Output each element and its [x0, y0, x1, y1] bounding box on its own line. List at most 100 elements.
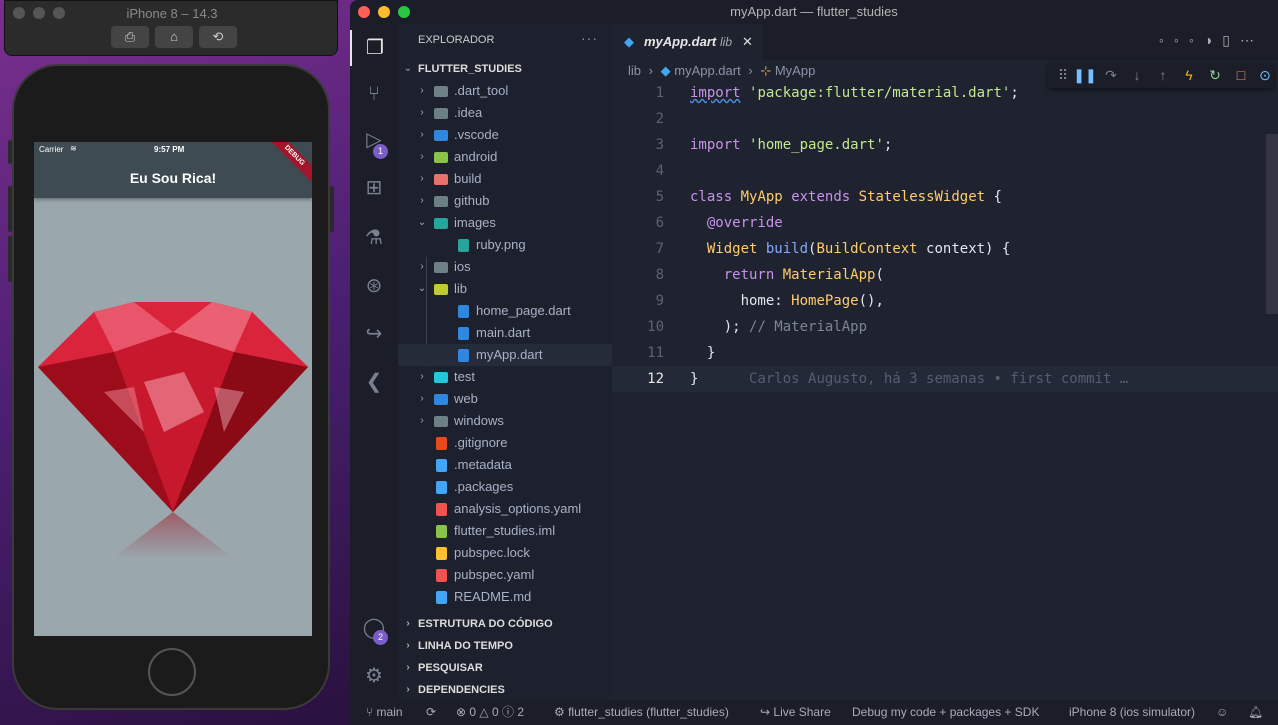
- tree-item[interactable]: › build: [398, 168, 612, 190]
- git-graph-icon[interactable]: ⊛: [350, 268, 398, 304]
- tree-item[interactable]: › .dart_tool: [398, 80, 612, 102]
- file-icon: [436, 525, 447, 538]
- file-icon: [436, 459, 447, 472]
- rotate-icon: ⟲: [212, 29, 224, 44]
- tree-item[interactable]: › android: [398, 146, 612, 168]
- tree-item[interactable]: › windows: [398, 410, 612, 432]
- code-token: BuildContext: [816, 241, 918, 257]
- extensions-icon[interactable]: ⊞: [350, 170, 398, 206]
- device-selector[interactable]: iPhone 8 (ios simulator): [1069, 700, 1195, 725]
- sidebar-section[interactable]: › DEPENDENCIES: [398, 679, 612, 701]
- code-line: 10 ); // MaterialApp: [612, 314, 1278, 340]
- code-text: return MaterialApp(: [690, 262, 884, 288]
- vscode-window: myApp.dart — flutter_studies ❐ ⑂ ▷ 1 ⊞ ⚗…: [350, 0, 1278, 725]
- breadcrumb-symbol[interactable]: MyApp: [775, 63, 815, 78]
- phone-home-button[interactable]: [148, 648, 196, 696]
- timeline-icon[interactable]: ◦: [1174, 32, 1189, 48]
- tree-item[interactable]: main.dart: [398, 322, 612, 344]
- tree-item[interactable]: flutter_studies.iml: [398, 520, 612, 542]
- code-token: build: [765, 241, 809, 257]
- tree-item[interactable]: pubspec.lock: [398, 542, 612, 564]
- tree-item[interactable]: › .idea: [398, 102, 612, 124]
- explorer-icon[interactable]: ❐: [350, 30, 398, 66]
- open-changes-icon[interactable]: ◑: [1204, 32, 1222, 48]
- tree-item[interactable]: › .vscode: [398, 124, 612, 146]
- workspace-name: FLUTTER_STUDIES: [418, 63, 522, 75]
- source-control-icon[interactable]: ⑂: [350, 76, 398, 112]
- tree-item[interactable]: › ios: [398, 256, 612, 278]
- sidebar-section[interactable]: › LINHA DO TEMPO: [398, 635, 612, 657]
- code-token: Widget: [706, 241, 758, 257]
- ruby-image: [38, 302, 308, 558]
- code-line: 7 Widget build(BuildContext context) {: [612, 236, 1278, 262]
- sidebar-section[interactable]: › ESTRUTURA DO CÓDIGO: [398, 613, 612, 635]
- tree-item[interactable]: analysis_options.yaml: [398, 498, 612, 520]
- workspace-root[interactable]: ⌄ FLUTTER_STUDIES: [398, 58, 612, 80]
- code-token: import: [690, 85, 741, 101]
- debug-mode-selector[interactable]: Debug my code + packages + SDK: [852, 700, 1039, 725]
- tree-item[interactable]: myApp.dart: [398, 344, 612, 366]
- testing-icon[interactable]: ⚗: [350, 220, 398, 256]
- branch-indicator[interactable]: ⑂ main: [366, 700, 403, 725]
- code-token: return: [723, 267, 775, 283]
- project-indicator[interactable]: ⚙ flutter_studies (flutter_studies): [554, 700, 729, 725]
- tree-item[interactable]: ⌄ lib: [398, 278, 612, 300]
- tree-item[interactable]: › test: [398, 366, 612, 388]
- line-number: 8: [655, 267, 664, 283]
- folder-icon: [434, 218, 448, 229]
- tree-item-label: home_page.dart: [476, 303, 571, 318]
- rotate-button[interactable]: ⟲: [199, 26, 237, 48]
- feedback-icon[interactable]: ☺: [1216, 700, 1228, 725]
- folder-icon: [434, 86, 448, 97]
- code-token: HomePage: [791, 293, 859, 309]
- live-share-icon[interactable]: ↪: [350, 316, 398, 352]
- code-token: MaterialApp: [782, 267, 876, 283]
- tree-item[interactable]: home_page.dart: [398, 300, 612, 322]
- settings-gear-icon[interactable]: ⚙: [350, 658, 398, 694]
- tab-myapp-dart[interactable]: ◆ myApp.dart lib ✕: [612, 24, 762, 60]
- split-editor-icon[interactable]: ▯: [1222, 32, 1240, 48]
- breadcrumb-file[interactable]: myApp.dart: [674, 63, 740, 78]
- notifications-icon[interactable]: 🔔︎: [1248, 700, 1263, 725]
- tree-item[interactable]: › github: [398, 190, 612, 212]
- code-line: 1 import 'package:flutter/material.dart';: [612, 80, 1278, 106]
- close-window-button[interactable]: [358, 6, 370, 18]
- live-share-button[interactable]: ↪ Live Share: [760, 700, 831, 725]
- tree-item-label: ruby.png: [476, 237, 526, 252]
- editor-scrollbar[interactable]: [1266, 134, 1278, 314]
- file-icon: [458, 305, 469, 318]
- chevron-right-icon: ›: [420, 173, 424, 184]
- screenshot-button[interactable]: ⎙: [111, 26, 149, 48]
- zoom-window-button[interactable]: [398, 6, 410, 18]
- file-icon: [436, 437, 447, 450]
- tree-item[interactable]: ruby.png: [398, 234, 612, 256]
- more-actions-icon[interactable]: ⋯: [1240, 32, 1264, 48]
- more-actions-icon[interactable]: ···: [581, 30, 598, 46]
- line-number: 2: [655, 111, 664, 127]
- folder-icon: [434, 196, 448, 207]
- tree-item[interactable]: .gitignore: [398, 432, 612, 454]
- section-label: ESTRUTURA DO CÓDIGO: [418, 618, 553, 630]
- tree-item[interactable]: pubspec.yaml: [398, 564, 612, 586]
- timeline-prev-icon[interactable]: ◦: [1159, 32, 1174, 48]
- tree-item[interactable]: README.md: [398, 586, 612, 608]
- flutter-icon[interactable]: ❮: [350, 364, 398, 400]
- sync-icon[interactable]: ⟳: [426, 700, 436, 725]
- breadcrumb-folder[interactable]: lib: [628, 63, 641, 78]
- tree-item[interactable]: .metadata: [398, 454, 612, 476]
- code-token: (: [875, 267, 884, 283]
- tree-item[interactable]: › web: [398, 388, 612, 410]
- sidebar-section[interactable]: › PESQUISAR: [398, 657, 612, 679]
- home-button[interactable]: ⌂: [155, 26, 193, 48]
- minimize-window-button[interactable]: [378, 6, 390, 18]
- tree-item[interactable]: ⌄ images: [398, 212, 612, 234]
- dart-file-icon: ◆: [624, 34, 634, 49]
- tree-item[interactable]: .packages: [398, 476, 612, 498]
- problems-indicator[interactable]: ⊗ 0 △ 0 ⓘ 2: [456, 700, 524, 725]
- timeline-next-icon[interactable]: ◦: [1189, 32, 1204, 48]
- close-tab-icon[interactable]: ✕: [742, 24, 753, 60]
- tree-item-label: lib: [454, 281, 468, 296]
